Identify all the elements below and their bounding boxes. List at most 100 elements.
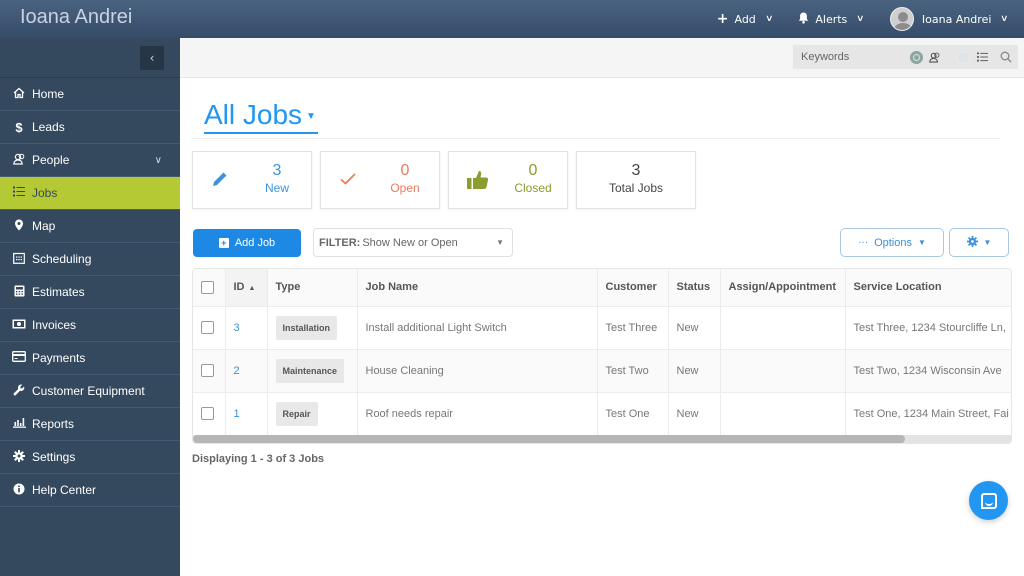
- sidebar-item-estimates[interactable]: Estimates: [0, 276, 180, 309]
- sidebar-item-map[interactable]: Map: [0, 210, 180, 243]
- sidebar-item-scheduling[interactable]: Scheduling: [0, 243, 180, 276]
- sidebar-item-label: Reports: [32, 417, 75, 431]
- column-header-customer[interactable]: Customer: [597, 269, 669, 307]
- stat-open[interactable]: 0 Open: [320, 151, 440, 209]
- sidebar-collapse-button[interactable]: ‹: [140, 46, 164, 70]
- alerts-menu-label: Alerts: [815, 12, 848, 26]
- sidebar-item-settings[interactable]: Settings: [0, 441, 180, 474]
- jobs-table: ID ▲ Type Job Name Customer Status Assign…: [192, 268, 1012, 444]
- keyword-search[interactable]: Keywords: [793, 45, 1018, 69]
- column-header-status[interactable]: Status: [668, 269, 721, 307]
- avatar: [889, 7, 914, 31]
- info-icon: [12, 483, 26, 498]
- sidebar-collapse-row: ‹: [0, 38, 180, 78]
- location-cell: Test Three, 1234 Stourcliffe Ln,: [845, 306, 1011, 350]
- search-mode-list-radio[interactable]: [957, 50, 970, 64]
- sidebar-item-people[interactable]: People ∨: [0, 144, 180, 177]
- caret-down-icon: ▼: [983, 238, 992, 247]
- sidebar-item-home[interactable]: Home: [0, 78, 180, 111]
- filter-prefix: FILTER:: [319, 236, 361, 249]
- list-icon: [12, 186, 26, 200]
- map-pin-icon: [12, 219, 26, 234]
- search-mode-people-radio[interactable]: [910, 50, 923, 64]
- sidebar-item-invoices[interactable]: Invoices: [0, 309, 180, 342]
- add-menu-button[interactable]: + Add ∨: [716, 11, 774, 27]
- job-id-link[interactable]: 3: [234, 322, 240, 334]
- sort-asc-icon: ▲: [248, 285, 256, 293]
- assign-cell: [720, 349, 846, 393]
- search-icon[interactable]: [998, 49, 1014, 65]
- horizontal-scrollbar[interactable]: [193, 435, 1011, 443]
- caret-down-icon: ▼: [496, 238, 504, 247]
- sidebar-item-jobs[interactable]: Jobs: [0, 177, 180, 210]
- chevron-down-icon: ∨: [856, 14, 865, 24]
- scrollbar-thumb[interactable]: [193, 435, 905, 443]
- customer-cell[interactable]: Test Two: [597, 349, 669, 393]
- job-type-badge: Repair: [275, 401, 318, 426]
- options-button[interactable]: ··· Options ▼: [840, 228, 944, 257]
- sidebar-item-payments[interactable]: Payments: [0, 342, 180, 375]
- stat-closed-value: 0: [528, 162, 538, 179]
- customer-cell[interactable]: Test One: [597, 392, 669, 436]
- user-name: Ioana Andrei: [921, 12, 992, 26]
- job-id-link[interactable]: 2: [234, 365, 240, 377]
- chevron-down-icon: ∨: [154, 154, 162, 166]
- sidebar-item-label: Leads: [32, 120, 65, 134]
- customer-cell[interactable]: Test Three: [597, 306, 669, 350]
- sidebar-item-label: Home: [32, 87, 65, 101]
- stat-new-label: New: [264, 181, 289, 195]
- sidebar-item-leads[interactable]: $ Leads: [0, 111, 180, 144]
- job-name-cell[interactable]: Roof needs repair: [357, 392, 598, 436]
- settings-dropdown-button[interactable]: ▼: [949, 228, 1009, 257]
- alerts-menu-button[interactable]: Alerts ∨: [798, 12, 865, 27]
- column-header-id[interactable]: ID ▲: [225, 269, 268, 307]
- user-menu-button[interactable]: Ioana Andrei ∨: [889, 7, 1009, 31]
- assign-cell: [720, 392, 846, 436]
- column-header-type[interactable]: Type: [267, 269, 358, 307]
- sidebar-item-reports[interactable]: Reports: [0, 408, 180, 441]
- stat-new[interactable]: 3 New: [192, 151, 312, 209]
- job-name-cell[interactable]: Install additional Light Switch: [357, 306, 598, 350]
- pencil-icon: [211, 170, 229, 193]
- add-job-button[interactable]: + Add Job: [193, 229, 301, 257]
- page-title-dropdown[interactable]: All Jobs ▼: [204, 98, 318, 134]
- sidebar-item-customer-equipment[interactable]: Customer Equipment: [0, 375, 180, 408]
- job-name-cell[interactable]: House Cleaning: [357, 349, 598, 393]
- chat-launcher-button[interactable]: [969, 481, 1008, 520]
- stat-total-value: 3: [631, 162, 641, 179]
- chevron-down-icon: ∨: [764, 14, 774, 24]
- location-cell: Test One, 1234 Main Street, Fai: [845, 392, 1011, 436]
- stat-open-label: Open: [390, 181, 420, 195]
- sidebar-item-label: Customer Equipment: [32, 384, 145, 398]
- chevron-left-icon: ‹: [149, 51, 155, 65]
- stat-total-label: Total Jobs: [608, 181, 664, 195]
- row-checkbox[interactable]: [201, 321, 214, 334]
- brand-name[interactable]: Ioana Andrei: [20, 6, 132, 29]
- column-header-job-name[interactable]: Job Name: [357, 269, 598, 307]
- job-id-link[interactable]: 1: [234, 408, 240, 420]
- stat-closed-label: Closed: [514, 181, 552, 195]
- search-input[interactable]: Keywords: [801, 51, 910, 63]
- row-checkbox[interactable]: [201, 364, 214, 377]
- stat-total[interactable]: 3 Total Jobs: [576, 151, 696, 209]
- page-title: All Jobs: [204, 99, 303, 130]
- select-all-cell: [193, 269, 226, 307]
- sidebar-item-label: Scheduling: [32, 252, 92, 266]
- filter-select[interactable]: FILTER: Show New or Open ▼: [313, 228, 513, 257]
- stat-closed[interactable]: 0 Closed: [448, 151, 568, 209]
- sidebar-item-help-center[interactable]: Help Center: [0, 474, 180, 507]
- divider: [192, 138, 1000, 139]
- column-header-service-location[interactable]: Service Location: [845, 269, 1011, 307]
- filter-value: Show New or Open: [362, 236, 458, 249]
- add-job-label: Add Job: [234, 237, 276, 249]
- sidebar-item-label: Settings: [32, 450, 76, 464]
- column-header-assign[interactable]: Assign/Appointment: [720, 269, 846, 307]
- people-icon: [12, 153, 26, 168]
- select-all-checkbox[interactable]: [201, 280, 214, 294]
- ellipsis-icon: ···: [858, 237, 869, 248]
- status-cell: New: [668, 392, 721, 436]
- add-square-icon: +: [218, 238, 229, 248]
- table-row: 2 Maintenance House Cleaning Test Two Ne…: [193, 349, 1011, 393]
- plus-icon: +: [716, 11, 729, 27]
- row-checkbox[interactable]: [201, 407, 214, 420]
